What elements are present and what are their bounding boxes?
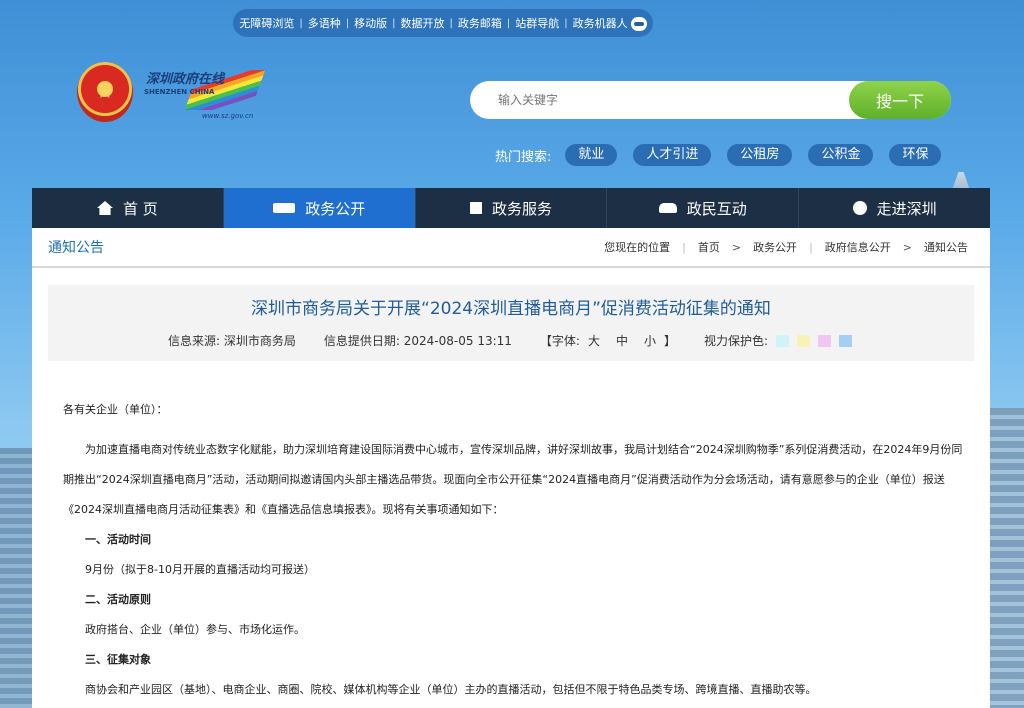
background-buildings-right — [988, 408, 1024, 708]
article-header: 深圳市商务局关于开展“2024深圳直播电商月”促消费活动征集的通知 信息来源: … — [48, 285, 974, 361]
nav-gov-affairs-label: 政务公开 — [305, 199, 366, 218]
date-value: 2024-08-05 13:11 — [403, 333, 512, 348]
accessibility-link[interactable]: 无障碍浏览 — [234, 15, 299, 31]
section-3-heading: 三、征集对象 — [85, 653, 151, 666]
section-1-text: 9月份（拟于8-10月开展的直播活动均可报送） — [85, 563, 315, 576]
article-meta: 信息来源: 深圳市商务局 信息提供日期: 2024-08-05 13:11 【字… — [168, 332, 853, 349]
hot-tag-talent[interactable]: 人才引进 — [633, 144, 712, 166]
gov-robot-label: 政务机器人 — [572, 17, 628, 30]
nav-interaction-label: 政民互动 — [686, 199, 747, 218]
hot-search: 热门搜索: 就业 人才引进 公租房 公积金 环保 — [495, 143, 957, 167]
nav-shenzhen[interactable]: 走进深圳 — [799, 188, 990, 228]
logo-en-text: SHENZHEN CHINA — [144, 88, 215, 96]
multilingual-link[interactable]: 多语种 — [303, 15, 346, 31]
breadcrumb: 您现在的位置 | 首页 > 政务公开 | 政府信息公开 > 通知公告 — [604, 239, 968, 255]
nav-gov-service[interactable]: 政务服务 — [416, 188, 608, 228]
article-body: 各有关企业（单位）： 为加速直播电商对传统业态数字化赋能，助力深圳培育建设国际消… — [63, 402, 963, 705]
hot-tag-housing-fund[interactable]: 公积金 — [808, 144, 874, 166]
service-icon — [469, 202, 482, 214]
font-size-large[interactable]: 大 — [588, 332, 600, 349]
section-2-text: 政府搭台、企业（单位）参与、市场化运作。 — [85, 623, 305, 636]
article-intro: 为加速直播电商对传统业态数字化赋能，助力深圳培育建设国际消费中心城市，宣传深圳品… — [63, 443, 963, 516]
breadcrumb-notice[interactable]: 通知公告 — [924, 239, 968, 255]
source-label: 信息来源: — [168, 334, 221, 348]
breadcrumb-home[interactable]: 首页 — [698, 239, 720, 255]
date-label: 信息提供日期: — [323, 334, 400, 348]
search-button[interactable]: 搜一下 — [849, 81, 951, 119]
background-buildings-left — [0, 448, 34, 708]
hot-tag-employment[interactable]: 就业 — [565, 144, 618, 166]
main-nav: 首 页 政务公开 政务服务 政民互动 走进深圳 — [32, 188, 990, 228]
section-1-heading: 一、活动时间 — [85, 533, 151, 546]
article-title: 深圳市商务局关于开展“2024深圳直播电商月”促消费活动征集的通知 — [251, 299, 771, 319]
font-size-medium[interactable]: 中 — [616, 332, 628, 349]
hot-tag-public-housing[interactable]: 公租房 — [727, 144, 793, 166]
content-panel: 通知公告 您现在的位置 | 首页 > 政务公开 | 政府信息公开 > 通知公告 … — [32, 228, 990, 708]
section-title: 通知公告 — [48, 240, 104, 256]
eye-protect-label: 视力保护色: — [704, 334, 769, 348]
nav-gov-service-label: 政务服务 — [491, 199, 552, 218]
hot-tag-environment[interactable]: 环保 — [889, 144, 942, 166]
people-icon — [658, 203, 677, 213]
chat-icon — [852, 201, 867, 215]
nav-shenzhen-label: 走进深圳 — [876, 199, 937, 218]
logo-url-text: www.sz.gov.cn — [202, 112, 254, 120]
open-data-link[interactable]: 数据开放 — [396, 15, 450, 31]
font-size-small[interactable]: 小 — [644, 332, 656, 349]
source-value: 深圳市商务局 — [223, 334, 296, 348]
gov-mail-link[interactable]: 政务邮箱 — [453, 15, 507, 31]
gov-robot-link[interactable]: 政务机器人 — [568, 15, 652, 31]
national-emblem-logo — [77, 62, 133, 122]
section-2-heading: 二、活动原则 — [85, 593, 151, 606]
nav-home[interactable]: 首 页 — [32, 188, 224, 228]
nav-interaction[interactable]: 政民互动 — [607, 188, 800, 228]
logo-cn-text: 深圳政府在线 — [146, 72, 225, 87]
hot-search-label: 热门搜索: — [495, 149, 552, 165]
breadcrumb-bar: 通知公告 您现在的位置 | 首页 > 政务公开 | 政府信息公开 > 通知公告 — [32, 228, 990, 268]
utility-bar: 无障碍浏览 | 多语种 | 移动版 | 数据开放 | 政务邮箱 | 站群导航 | 政务机器人 — [233, 9, 653, 37]
eye-color-blue[interactable] — [839, 334, 853, 347]
home-icon — [97, 201, 113, 215]
breadcrumb-location-label: 您现在的位置 — [604, 241, 671, 254]
site-nav-link[interactable]: 站群导航 — [510, 15, 564, 31]
font-size-label: 【字体: — [539, 334, 580, 348]
nav-gov-affairs[interactable]: 政务公开 — [223, 188, 416, 228]
search-input[interactable] — [498, 90, 818, 110]
site-logo[interactable]: 深圳政府在线 SHENZHEN CHINA www.sz.gov.cn — [142, 66, 266, 124]
eye-color-pink[interactable] — [818, 334, 832, 347]
eye-color-yellow[interactable] — [797, 334, 811, 347]
news-icon — [273, 203, 296, 213]
robot-icon — [630, 17, 647, 31]
breadcrumb-info-disclosure[interactable]: 政府信息公开 — [825, 239, 891, 255]
eye-color-cyan[interactable] — [776, 334, 790, 347]
mobile-link[interactable]: 移动版 — [349, 15, 392, 31]
search-bar: 搜一下 — [470, 81, 951, 119]
article-greeting: 各有关企业（单位）： — [63, 403, 168, 416]
nav-home-label: 首 页 — [123, 199, 158, 218]
section-3-text: 商协会和产业园区（基地）、电商企业、商圈、院校、媒体机构等企业（单位）主办的直播… — [85, 683, 817, 696]
font-size-close: 】 — [664, 334, 677, 348]
breadcrumb-gov-affairs[interactable]: 政务公开 — [753, 239, 797, 255]
